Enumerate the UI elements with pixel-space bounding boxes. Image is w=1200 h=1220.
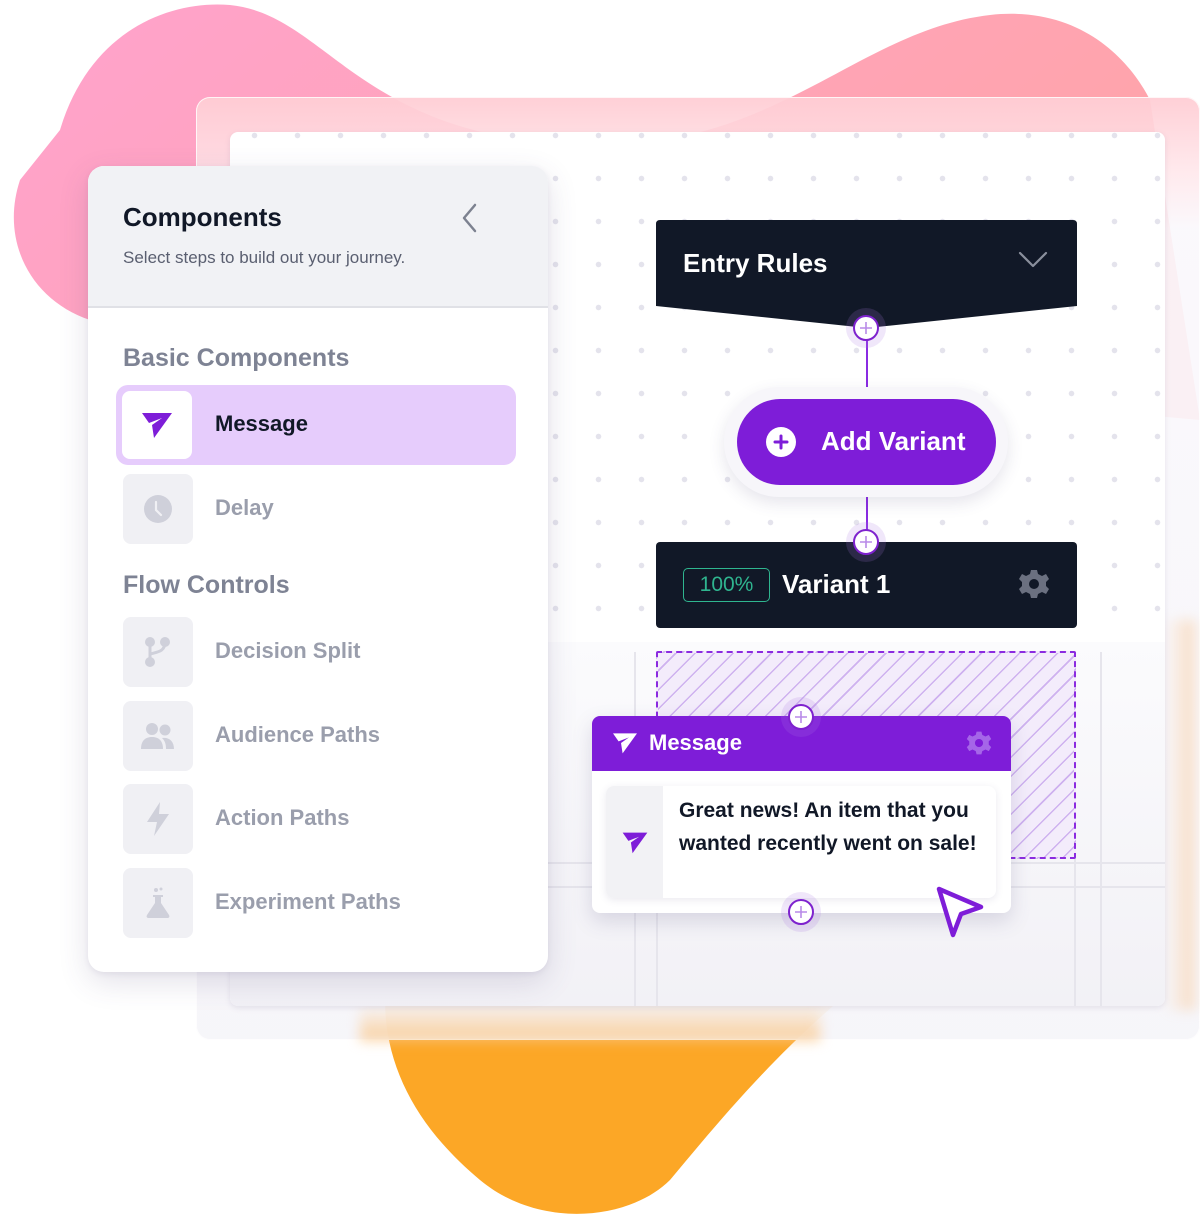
component-item-delay[interactable]: Delay bbox=[116, 469, 516, 549]
plus-circle-icon bbox=[766, 427, 796, 457]
plus-icon bbox=[860, 536, 872, 548]
send-icon bbox=[613, 733, 637, 754]
component-item-experiment-paths[interactable]: Experiment Paths bbox=[116, 863, 516, 943]
add-variant-button[interactable]: Add Variant bbox=[737, 399, 996, 485]
add-step-node[interactable] bbox=[853, 315, 879, 341]
item-icon-box bbox=[123, 617, 193, 687]
message-step-card[interactable]: Message Great news! An item that you wan… bbox=[592, 716, 1011, 913]
message-card-title: Message bbox=[649, 730, 742, 755]
gear-icon[interactable] bbox=[966, 730, 992, 756]
item-icon-box bbox=[123, 868, 193, 938]
flask-icon bbox=[146, 887, 170, 918]
message-preview-icon-box bbox=[606, 786, 663, 898]
plus-icon bbox=[795, 711, 807, 723]
frame-glow bbox=[1165, 620, 1195, 1010]
item-label: Decision Split bbox=[215, 638, 361, 663]
chevron-down-icon[interactable] bbox=[1018, 250, 1048, 270]
message-text: Great news! An item that you wanted rece… bbox=[679, 799, 977, 855]
add-variant-label: Add Variant bbox=[821, 426, 966, 456]
item-label: Delay bbox=[215, 495, 274, 520]
branch-icon bbox=[145, 637, 170, 667]
gear-icon[interactable] bbox=[1018, 568, 1050, 600]
item-label: Experiment Paths bbox=[215, 889, 401, 914]
item-icon-box bbox=[123, 784, 193, 854]
lightning-icon bbox=[147, 802, 169, 836]
section-title-basic: Basic Components bbox=[123, 344, 350, 372]
plus-icon bbox=[860, 322, 872, 334]
add-step-node[interactable] bbox=[788, 704, 814, 730]
component-item-message[interactable]: Message bbox=[116, 385, 516, 465]
message-preview: Great news! An item that you wanted rece… bbox=[606, 786, 996, 898]
item-icon-box bbox=[123, 474, 193, 544]
frame-glow bbox=[360, 1005, 820, 1041]
mouse-cursor-icon bbox=[936, 886, 984, 938]
section-title-flow: Flow Controls bbox=[123, 571, 290, 599]
entry-rules-title: Entry Rules bbox=[683, 248, 828, 278]
add-step-node[interactable] bbox=[788, 899, 814, 925]
panel-title: Components bbox=[123, 202, 282, 232]
item-label: Action Paths bbox=[215, 805, 350, 830]
clock-icon bbox=[144, 495, 172, 523]
add-step-node[interactable] bbox=[853, 529, 879, 555]
component-item-audience-paths[interactable]: Audience Paths bbox=[116, 696, 516, 776]
item-label: Message bbox=[215, 411, 308, 436]
panel-header: Components Select steps to build out you… bbox=[88, 166, 548, 308]
chevron-left-icon bbox=[462, 203, 477, 233]
panel-subtitle: Select steps to build out your journey. bbox=[123, 248, 406, 267]
variant-percent-badge: 100% bbox=[683, 568, 770, 602]
components-panel: Components Select steps to build out you… bbox=[88, 166, 548, 972]
item-icon-box bbox=[122, 391, 192, 459]
users-icon bbox=[141, 723, 174, 749]
grid-line bbox=[1100, 652, 1102, 1006]
item-icon-box bbox=[123, 701, 193, 771]
component-item-decision-split[interactable]: Decision Split bbox=[116, 612, 516, 692]
send-icon bbox=[142, 413, 172, 438]
component-item-action-paths[interactable]: Action Paths bbox=[116, 779, 516, 859]
send-icon bbox=[622, 832, 647, 853]
collapse-panel-button[interactable] bbox=[458, 202, 482, 234]
item-label: Audience Paths bbox=[215, 722, 381, 747]
plus-icon bbox=[795, 906, 807, 918]
entry-rules-node[interactable]: Entry Rules bbox=[656, 220, 1077, 330]
variant-title: Variant 1 bbox=[782, 569, 891, 599]
